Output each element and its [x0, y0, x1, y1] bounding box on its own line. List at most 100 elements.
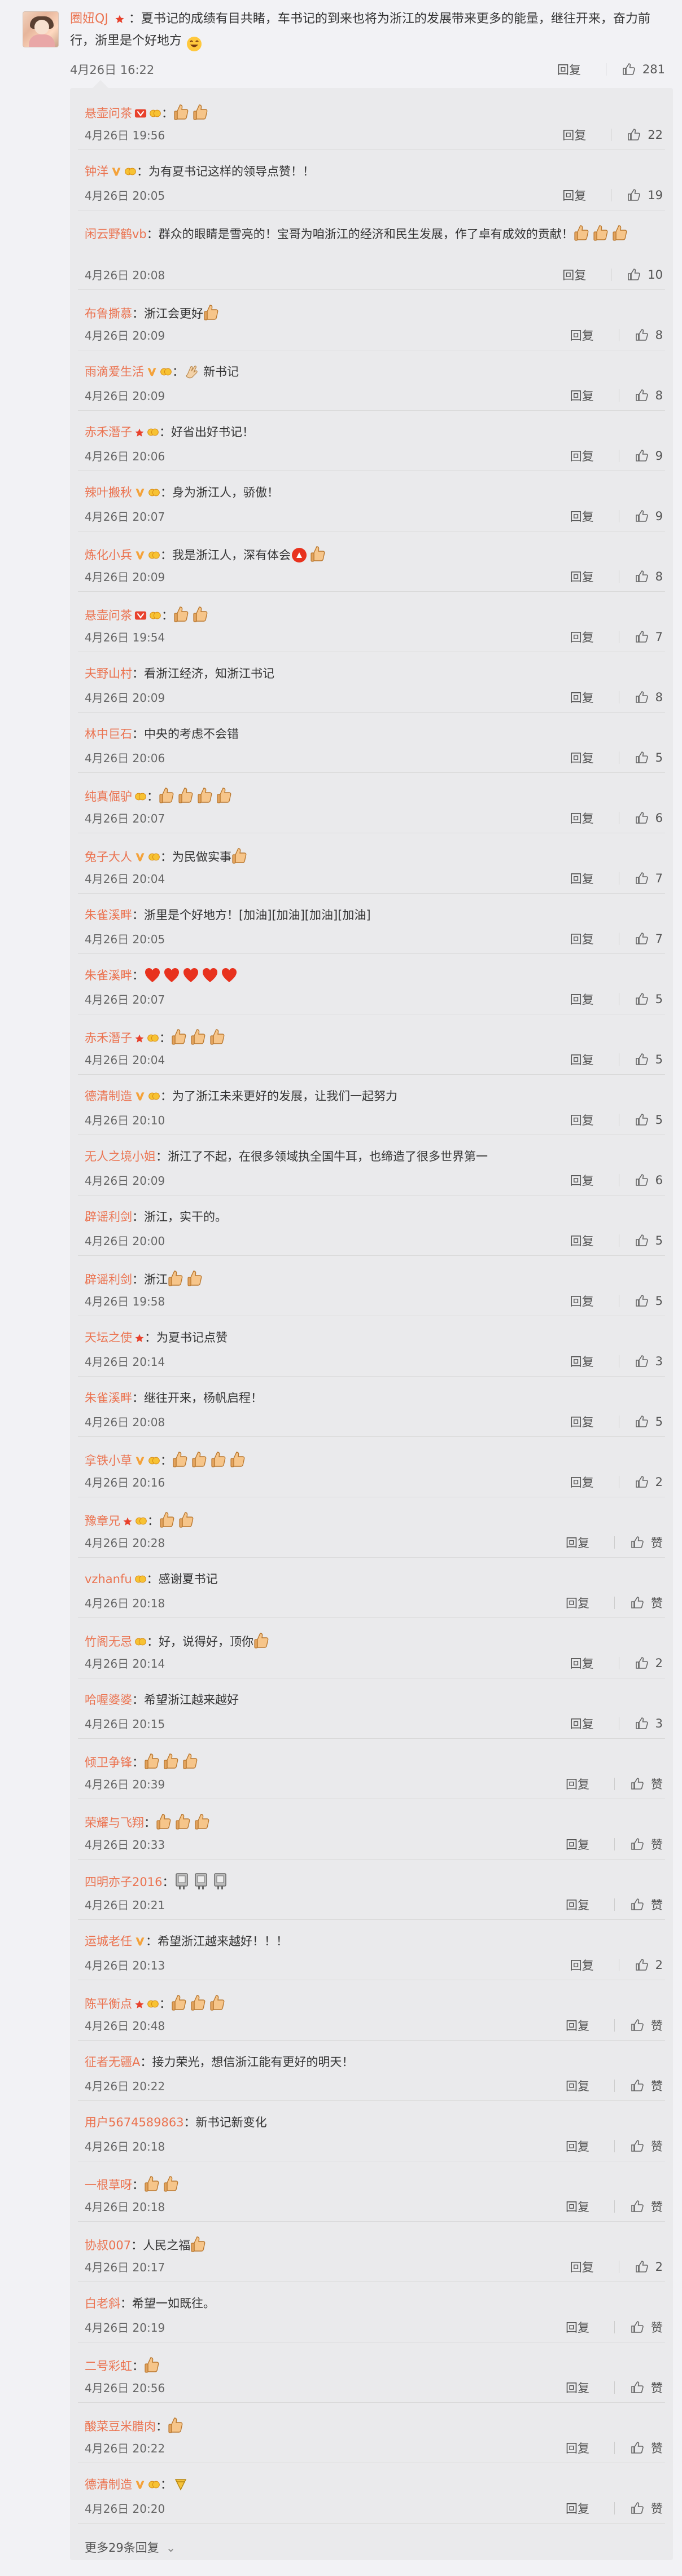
username-link[interactable]: 朱雀溪畔	[85, 908, 132, 922]
like-button[interactable]: 赞	[631, 1775, 663, 1792]
reply-button[interactable]: 回复	[566, 2319, 589, 2336]
username-link[interactable]: 二号彩虹	[85, 2359, 132, 2373]
reply-button[interactable]: 回复	[557, 61, 581, 78]
like-button[interactable]: 赞	[631, 2379, 663, 2396]
like-button[interactable]: 10	[627, 268, 663, 282]
username-link[interactable]: 朱雀溪畔	[85, 969, 132, 982]
reply-button[interactable]: 回复	[566, 2379, 589, 2396]
like-button[interactable]: 赞	[631, 1836, 663, 1853]
like-button[interactable]: 3	[635, 1355, 663, 1368]
username-link[interactable]: 四明亦子2016	[85, 1875, 162, 1889]
like-button[interactable]: 22	[627, 128, 663, 142]
username-link[interactable]: 辟谣利剑	[85, 1273, 132, 1286]
reply-button[interactable]: 回复	[566, 2500, 589, 2517]
username-link[interactable]: 酸菜豆米腊肉	[85, 2420, 156, 2433]
like-button[interactable]: 赞	[631, 2077, 663, 2094]
reply-button[interactable]: 回复	[570, 749, 594, 766]
reply-button[interactable]: 回复	[570, 1293, 594, 1309]
like-button[interactable]: 8	[635, 389, 663, 402]
like-button[interactable]: 赞	[631, 2198, 663, 2215]
username-link[interactable]: 赤禾潛子	[85, 1031, 132, 1045]
username-link[interactable]: 悬壶问茶	[85, 107, 132, 120]
reply-button[interactable]: 回复	[570, 991, 594, 1008]
like-button[interactable]: 赞	[631, 1534, 663, 1551]
username-link[interactable]: 悬壶问茶	[85, 609, 132, 622]
like-button[interactable]: 5	[635, 751, 663, 764]
like-button[interactable]: 赞	[631, 1896, 663, 1913]
username-link[interactable]: 朱雀溪畔	[85, 1391, 132, 1405]
reply-button[interactable]: 回复	[570, 1232, 594, 1249]
reply-button[interactable]: 回复	[566, 2077, 589, 2094]
reply-button[interactable]: 回复	[570, 1474, 594, 1491]
like-button[interactable]: 6	[635, 1173, 663, 1187]
reply-button[interactable]: 回复	[562, 187, 586, 204]
username-link[interactable]: 圈妞QJ	[70, 12, 108, 26]
like-button[interactable]: 5	[635, 1294, 663, 1308]
like-button[interactable]: 2	[635, 1475, 663, 1489]
username-link[interactable]: 纯真倔驴	[85, 790, 132, 803]
reply-button[interactable]: 回复	[570, 327, 594, 344]
reply-button[interactable]: 回复	[570, 1715, 594, 1732]
username-link[interactable]: 无人之境小姐	[85, 1150, 156, 1163]
username-link[interactable]: 拿铁小草	[85, 1454, 132, 1467]
username-link[interactable]: 林中巨石	[85, 727, 132, 741]
like-button[interactable]: 7	[635, 932, 663, 946]
like-button[interactable]: 5	[635, 1415, 663, 1428]
like-button[interactable]: 6	[635, 811, 663, 825]
like-button[interactable]: 8	[635, 691, 663, 704]
reply-button[interactable]: 回复	[566, 1836, 589, 1853]
username-link[interactable]: 德清制造	[85, 2478, 132, 2491]
username-link[interactable]: 倾卫争锋	[85, 1756, 132, 1769]
avatar[interactable]	[23, 11, 59, 47]
reply-button[interactable]: 回复	[570, 810, 594, 827]
username-link[interactable]: 白老斜	[85, 2297, 120, 2310]
like-button[interactable]: 7	[635, 630, 663, 644]
like-button[interactable]: 3	[635, 1717, 663, 1730]
username-link[interactable]: 天坛之使	[85, 1331, 132, 1344]
like-button[interactable]: 2	[635, 1656, 663, 1670]
reply-button[interactable]: 回复	[570, 1957, 594, 1973]
username-link[interactable]: 兔子大人	[85, 850, 132, 864]
like-button[interactable]: 2	[635, 2260, 663, 2274]
username-link[interactable]: 夫野山村	[85, 667, 132, 680]
reply-button[interactable]: 回复	[562, 266, 586, 283]
reply-button[interactable]: 回复	[566, 2017, 589, 2034]
like-button[interactable]: 赞	[631, 2500, 663, 2517]
like-button[interactable]: 5	[635, 1113, 663, 1127]
like-button[interactable]: 281	[622, 63, 665, 76]
username-link[interactable]: 协叔007	[85, 2239, 131, 2252]
username-link[interactable]: 豫章兄	[85, 1514, 120, 1528]
reply-button[interactable]: 回复	[566, 1775, 589, 1792]
username-link[interactable]: 钟洋	[85, 165, 108, 178]
like-button[interactable]: 9	[635, 449, 663, 463]
like-button[interactable]: 8	[635, 570, 663, 583]
username-link[interactable]: 一根草呀	[85, 2178, 132, 2192]
reply-button[interactable]: 回复	[570, 1353, 594, 1370]
username-link[interactable]: 炼化小兵	[85, 548, 132, 562]
like-button[interactable]: 赞	[631, 2319, 663, 2336]
username-link[interactable]: 闲云野鹤vb	[85, 227, 147, 241]
username-link[interactable]: 辟谣利剑	[85, 1210, 132, 1224]
reply-button[interactable]: 回复	[570, 2258, 594, 2275]
reply-button[interactable]: 回复	[570, 447, 594, 464]
like-button[interactable]: 5	[635, 1053, 663, 1066]
reply-button[interactable]: 回复	[566, 2198, 589, 2215]
reply-button[interactable]: 回复	[570, 387, 594, 404]
username-link[interactable]: 赤禾潛子	[85, 425, 132, 439]
username-link[interactable]: 陈平衡点	[85, 1997, 132, 2011]
reply-button[interactable]: 回复	[570, 1051, 594, 1068]
reply-button[interactable]: 回复	[570, 689, 594, 706]
reply-button[interactable]: 回复	[570, 1413, 594, 1430]
reply-button[interactable]: 回复	[570, 628, 594, 645]
reply-button[interactable]: 回复	[570, 930, 594, 947]
reply-button[interactable]: 回复	[570, 1655, 594, 1672]
username-link[interactable]: 哈喔婆婆	[85, 1693, 132, 1707]
username-link[interactable]: vzhanfu	[85, 1572, 132, 1586]
like-button[interactable]: 8	[635, 328, 663, 342]
username-link[interactable]: 运城老任	[85, 1935, 132, 1948]
reply-button[interactable]: 回复	[566, 1594, 589, 1611]
username-link[interactable]: 德清制造	[85, 1089, 132, 1103]
like-button[interactable]: 赞	[631, 2138, 663, 2155]
reply-button[interactable]: 回复	[570, 870, 594, 887]
username-link[interactable]: 雨滴爱生活	[85, 365, 144, 379]
